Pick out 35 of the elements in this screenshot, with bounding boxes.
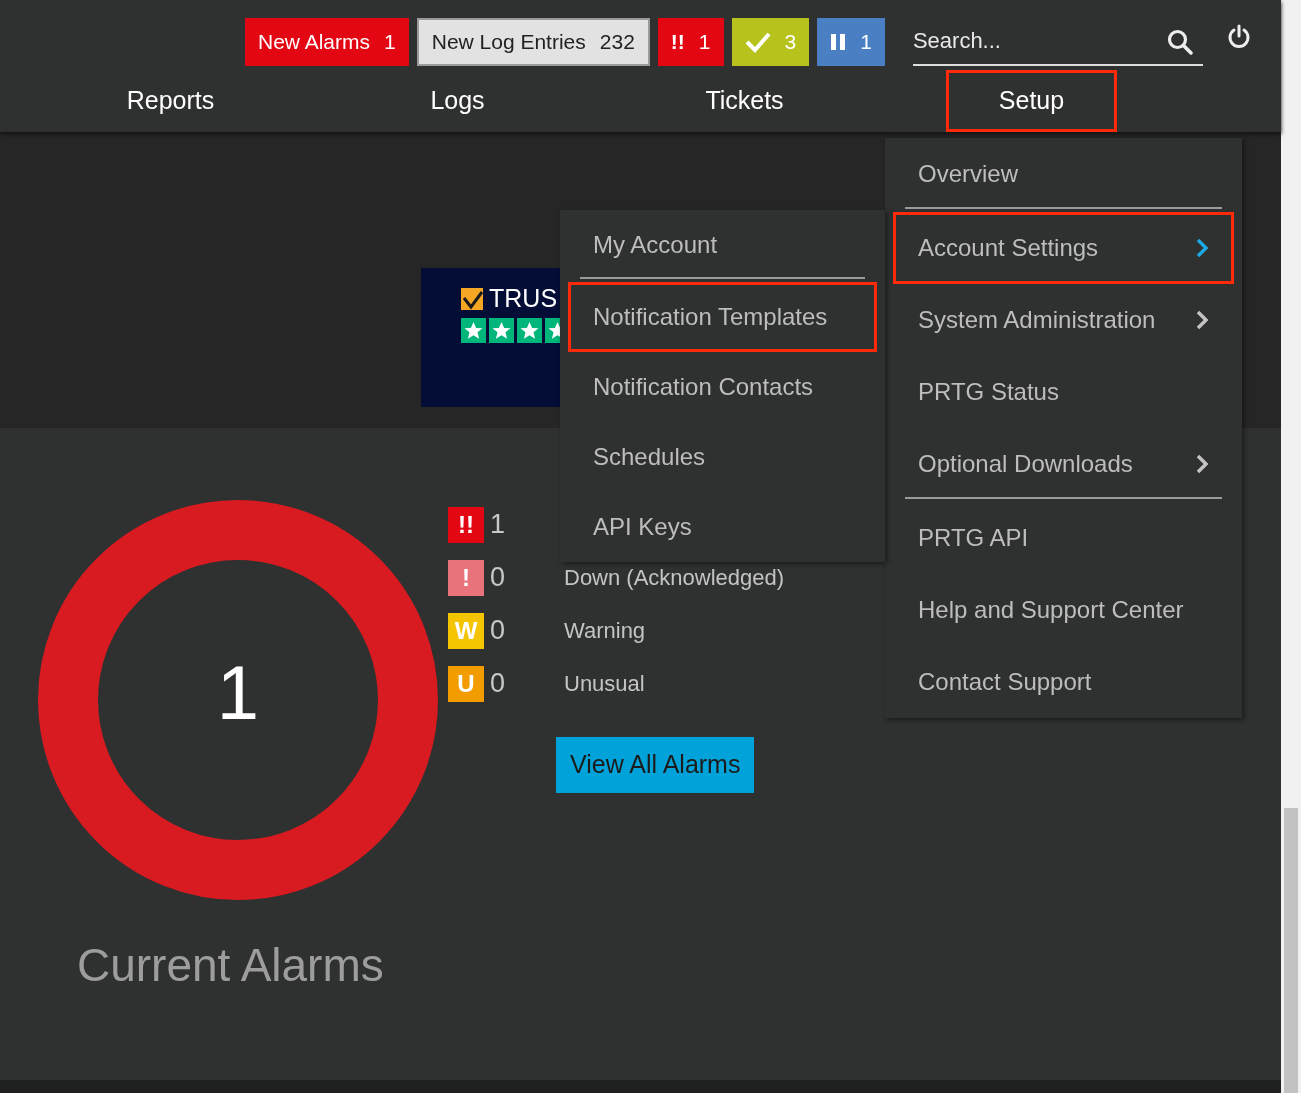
status-count: 0	[489, 667, 507, 701]
nav-tab[interactable]: Setup	[945, 70, 1118, 132]
view-all-alarms-button[interactable]: View All Alarms	[556, 737, 755, 793]
menu-item[interactable]: API Keys	[568, 492, 877, 562]
alarm-total: 1	[215, 655, 261, 731]
status-tag: !!	[448, 506, 484, 543]
log-entries-button[interactable]: New Log Entries 232	[416, 18, 650, 66]
menu-item[interactable]: PRTG API	[893, 502, 1234, 574]
banner-text: TRUS	[489, 286, 558, 311]
menu-item[interactable]: Help and Support Center	[893, 574, 1234, 646]
nav-tab[interactable]: Reports	[73, 70, 268, 132]
menu-item[interactable]: Contact Support	[893, 646, 1234, 718]
status-count: 0	[489, 614, 507, 648]
search-field[interactable]: Search...	[912, 18, 1203, 66]
status-label: Unusual	[564, 670, 645, 698]
status-count: 1	[489, 508, 507, 542]
menu-item[interactable]: PRTG Status	[893, 356, 1234, 428]
nav-tab[interactable]: Tickets	[652, 70, 837, 132]
banner[interactable]: TRUS	[421, 268, 560, 407]
menu-item[interactable]: Notification Contacts	[568, 352, 877, 422]
status-label: Warning	[564, 617, 646, 645]
menu-item[interactable]: System Administration	[893, 284, 1234, 356]
alarm-counter-button[interactable]: !! 1	[657, 18, 724, 66]
menu-item[interactable]: Account Settings	[893, 212, 1234, 284]
status-tag: !	[448, 559, 484, 596]
status-count: 0	[489, 561, 507, 595]
status-tag: W	[448, 612, 484, 649]
status-label: Down (Acknowledged)	[564, 564, 785, 592]
menu-item[interactable]: Notification Templates	[568, 282, 877, 352]
paused-counter-button[interactable]: 1	[817, 18, 885, 66]
nav-tab[interactable]: Logs	[377, 70, 538, 132]
menu-item[interactable]: Schedules	[568, 422, 877, 492]
status-tag: U	[448, 665, 484, 702]
alarm-counter-button[interactable]: New Alarms 1	[245, 18, 409, 66]
alarms-title: Current Alarms	[77, 938, 385, 993]
